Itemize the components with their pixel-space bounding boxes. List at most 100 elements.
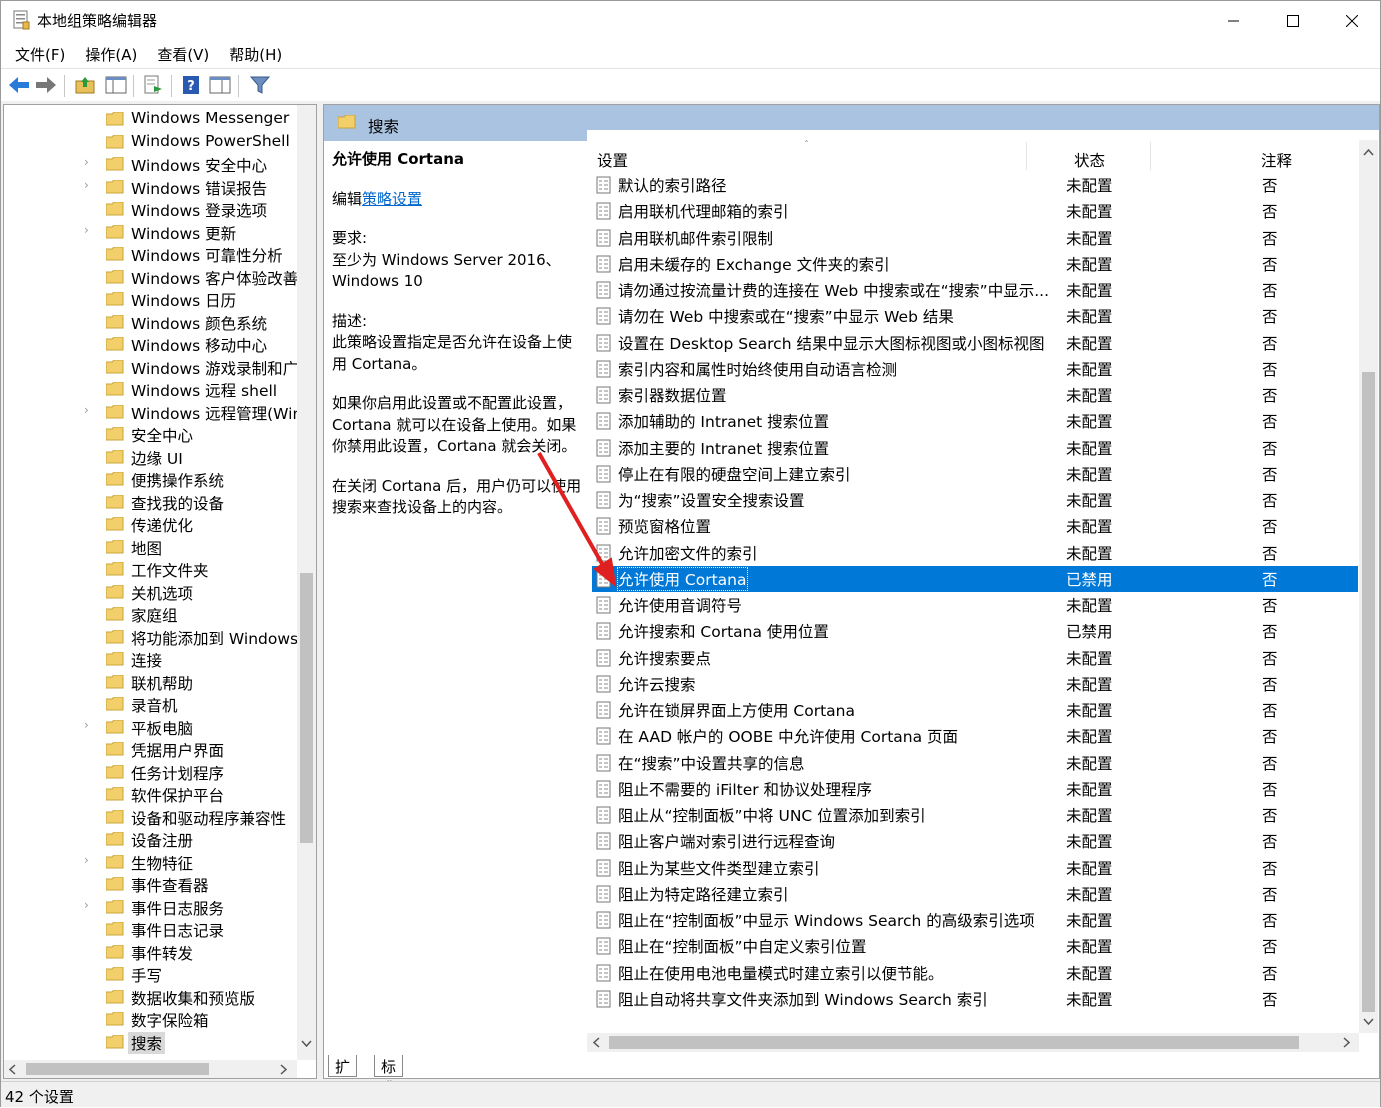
- column-divider[interactable]: [1026, 142, 1027, 170]
- tree-item[interactable]: 地图: [4, 536, 304, 558]
- show-hide-tree-button[interactable]: [104, 74, 128, 96]
- scroll-down-icon[interactable]: [301, 1040, 312, 1048]
- table-row[interactable]: 启用未缓存的 Exchange 文件夹的索引 未配置 否: [592, 251, 1358, 277]
- table-row[interactable]: 阻止不需要的 iFilter 和协议处理程序 未配置 否: [592, 776, 1358, 802]
- tree-item[interactable]: › Windows 安全中心: [4, 153, 304, 175]
- tree-item[interactable]: Windows 日历: [4, 288, 304, 310]
- scroll-up-icon[interactable]: [1363, 148, 1374, 156]
- scroll-right-icon[interactable]: [1343, 1037, 1351, 1048]
- tree-item[interactable]: 数据收集和预览版: [4, 986, 304, 1008]
- tree-item[interactable]: › Windows 更新: [4, 221, 304, 243]
- filter-button[interactable]: [248, 74, 272, 96]
- back-button[interactable]: [7, 74, 31, 96]
- list-horizontal-scroll-thumb[interactable]: [609, 1036, 1299, 1049]
- table-row[interactable]: 请勿在 Web 中搜索或在“搜索”中显示 Web 结果 未配置 否: [592, 303, 1358, 329]
- table-row[interactable]: 允许使用音调符号 未配置 否: [592, 592, 1358, 618]
- tree-item[interactable]: 手写: [4, 963, 304, 985]
- tree-item[interactable]: Windows Messenger: [4, 108, 304, 130]
- tree-item[interactable]: 便携操作系统: [4, 468, 304, 490]
- expand-chevron-icon[interactable]: ›: [84, 853, 89, 867]
- table-row[interactable]: 预览窗格位置 未配置 否: [592, 513, 1358, 539]
- tree-item[interactable]: 数字保险箱: [4, 1008, 304, 1030]
- scroll-left-icon[interactable]: [593, 1037, 601, 1048]
- tree-horizontal-scroll-thumb[interactable]: [26, 1063, 209, 1075]
- tree-item[interactable]: 关机选项: [4, 581, 304, 603]
- table-row[interactable]: 允许加密文件的索引 未配置 否: [592, 540, 1358, 566]
- up-one-level-button[interactable]: [73, 74, 97, 96]
- table-row[interactable]: 阻止在“控制面板”中自定义索引位置 未配置 否: [592, 933, 1358, 959]
- list-vertical-scrollbar[interactable]: [1359, 140, 1378, 1033]
- expand-chevron-icon[interactable]: ›: [84, 403, 89, 417]
- table-row[interactable]: 阻止在“控制面板”中显示 Windows Search 的高级索引选项 未配置 否: [592, 907, 1358, 933]
- tree-item[interactable]: 边缘 UI: [4, 446, 304, 468]
- tree-horizontal-scrollbar[interactable]: [4, 1060, 297, 1078]
- navigation-tree[interactable]: Windows Messenger Windows PowerShell › Wind…: [3, 104, 317, 1079]
- menu-help[interactable]: 帮助(H): [229, 40, 282, 68]
- tree-item[interactable]: Windows 登录选项: [4, 198, 304, 220]
- tree-item[interactable]: 连接: [4, 648, 304, 670]
- help-button[interactable]: ?: [179, 74, 203, 96]
- minimize-button[interactable]: [1204, 1, 1263, 40]
- tree-item[interactable]: 传递优化: [4, 513, 304, 535]
- list-horizontal-scrollbar[interactable]: [587, 1033, 1359, 1052]
- tab-standard[interactable]: 标准: [374, 1055, 404, 1097]
- edit-policy-setting-link[interactable]: 策略设置: [362, 190, 422, 208]
- tree-item[interactable]: Windows 移动中心: [4, 333, 304, 355]
- tree-item[interactable]: › 平板电脑: [4, 716, 304, 738]
- close-button[interactable]: [1322, 1, 1381, 40]
- table-row[interactable]: 在 AAD 帐户的 OOBE 中允许使用 Cortana 页面 未配置 否: [592, 723, 1358, 749]
- tree-item[interactable]: Windows 游戏录制和广播: [4, 356, 314, 378]
- tree-item[interactable]: › 生物特征: [4, 851, 304, 873]
- export-list-button[interactable]: [141, 74, 165, 96]
- column-header-setting[interactable]: 设置: [597, 149, 628, 171]
- table-row[interactable]: 启用联机邮件索引限制 未配置 否: [592, 225, 1358, 251]
- table-row[interactable]: 在“搜索”中设置共享的信息 未配置 否: [592, 750, 1358, 776]
- table-row[interactable]: 阻止客户端对索引进行远程查询 未配置 否: [592, 828, 1358, 854]
- expand-chevron-icon[interactable]: ›: [84, 155, 89, 169]
- expand-chevron-icon[interactable]: ›: [84, 718, 89, 732]
- tree-item[interactable]: Windows 远程 shell: [4, 378, 304, 400]
- tree-item[interactable]: 录音机: [4, 693, 304, 715]
- view-button[interactable]: [208, 74, 232, 96]
- menu-file[interactable]: 文件(F): [15, 40, 65, 68]
- table-row[interactable]: 添加辅助的 Intranet 搜索位置 未配置 否: [592, 408, 1358, 434]
- expand-chevron-icon[interactable]: ›: [84, 223, 89, 237]
- tree-item[interactable]: 事件查看器: [4, 873, 304, 895]
- table-row[interactable]: 允许搜索和 Cortana 使用位置 已禁用 否: [592, 618, 1358, 644]
- tree-item[interactable]: 查找我的设备: [4, 491, 304, 513]
- tree-item[interactable]: 事件转发: [4, 941, 304, 963]
- table-row[interactable]: 阻止从“控制面板”中将 UNC 位置添加到索引 未配置 否: [592, 802, 1358, 828]
- tree-item[interactable]: 任务计划程序: [4, 761, 304, 783]
- tree-item[interactable]: 将功能添加到 Windows 1: [4, 626, 313, 648]
- tree-item[interactable]: 家庭组: [4, 603, 304, 625]
- tree-vertical-scrollbar[interactable]: [297, 105, 316, 1060]
- expand-chevron-icon[interactable]: ›: [84, 898, 89, 912]
- list-vertical-scroll-thumb[interactable]: [1362, 372, 1375, 1012]
- tree-item[interactable]: Windows 客户体验改善计: [4, 266, 314, 288]
- tree-item[interactable]: 安全中心: [4, 423, 304, 445]
- table-row[interactable]: 设置在 Desktop Search 结果中显示大图标视图或小图标视图 未配置 否: [592, 330, 1358, 356]
- table-row[interactable]: 允许搜索要点 未配置 否: [592, 645, 1358, 671]
- tree-item[interactable]: 软件保护平台: [4, 783, 304, 805]
- tree-item[interactable]: Windows PowerShell: [4, 131, 304, 153]
- expand-chevron-icon[interactable]: ›: [84, 178, 89, 192]
- forward-button[interactable]: [34, 74, 58, 96]
- table-row[interactable]: 为“搜索”设置安全搜索设置 未配置 否: [592, 487, 1358, 513]
- scroll-down-icon[interactable]: [1363, 1018, 1374, 1026]
- table-row[interactable]: 阻止自动将共享文件夹添加到 Windows Search 索引 未配置 否: [592, 986, 1358, 1012]
- scroll-right-icon[interactable]: [280, 1064, 288, 1075]
- table-row[interactable]: 启用联机代理邮箱的索引 未配置 否: [592, 198, 1358, 224]
- maximize-button[interactable]: [1263, 1, 1322, 40]
- table-row[interactable]: 阻止为特定路径建立索引 未配置 否: [592, 881, 1358, 907]
- menu-view[interactable]: 查看(V): [157, 40, 209, 68]
- tree-item[interactable]: 搜索: [4, 1031, 304, 1054]
- table-row[interactable]: 允许在锁屏界面上方使用 Cortana 未配置 否: [592, 697, 1358, 723]
- tree-item[interactable]: › Windows 错误报告: [4, 176, 304, 198]
- table-row[interactable]: 停止在有限的硬盘空间上建立索引 未配置 否: [592, 461, 1358, 487]
- column-header-comment[interactable]: 注释: [1261, 149, 1292, 171]
- tree-item[interactable]: 联机帮助: [4, 671, 304, 693]
- tree-item[interactable]: 凭据用户界面: [4, 738, 304, 760]
- table-row[interactable]: 阻止在使用电池电量模式时建立索引以便节能。 未配置 否: [592, 960, 1358, 986]
- table-row[interactable]: 添加主要的 Intranet 搜索位置 未配置 否: [592, 435, 1358, 461]
- tree-item[interactable]: › 事件日志服务: [4, 896, 304, 918]
